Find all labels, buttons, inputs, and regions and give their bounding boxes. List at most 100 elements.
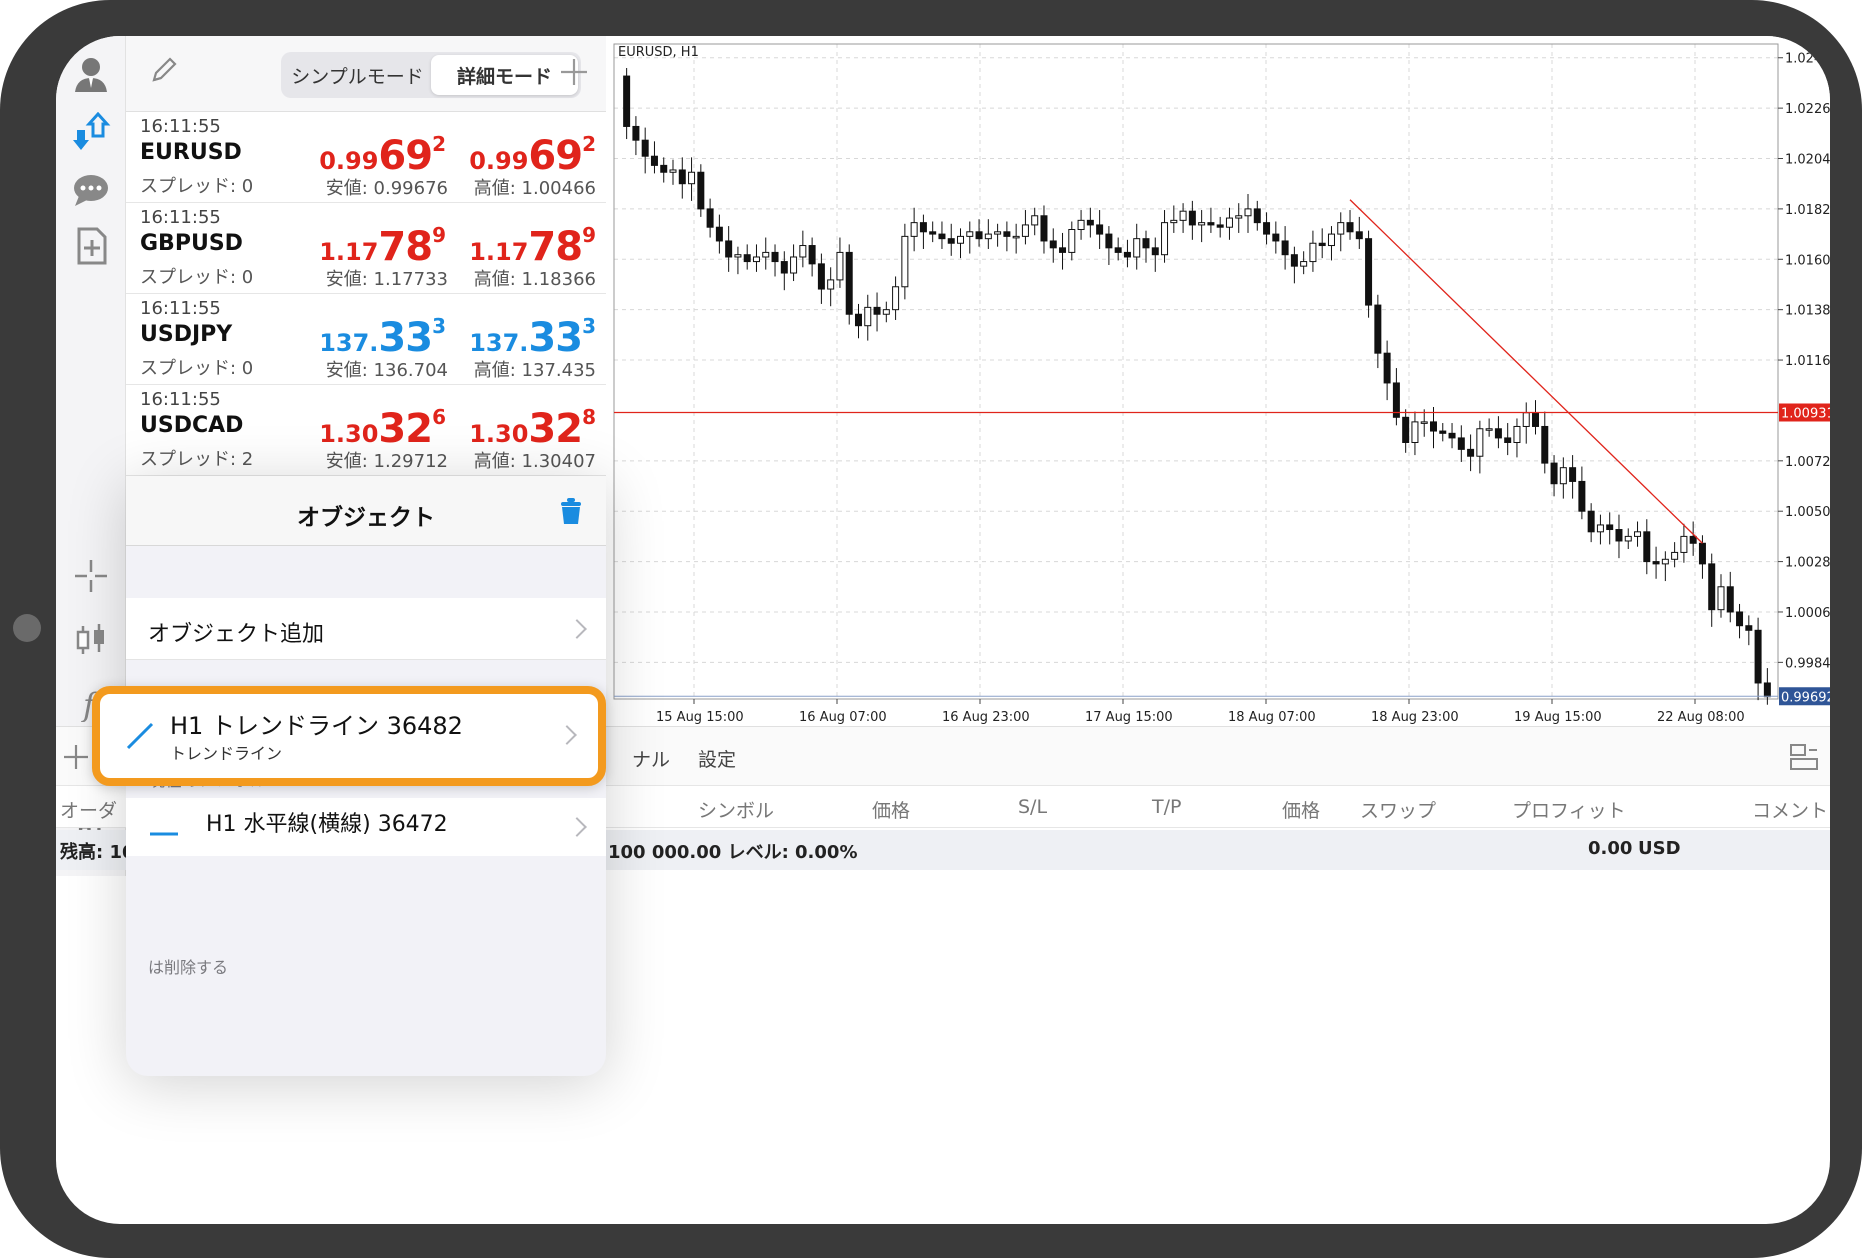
- trade-icon[interactable]: [69, 110, 113, 154]
- y-tick-label: 1.01820: [1785, 203, 1830, 218]
- candlestick-chart-icon[interactable]: [69, 618, 113, 662]
- quotes-list: 16:11:55 EURUSD スプレッド: 0 0.99692 0.99692…: [126, 112, 606, 476]
- candle-body: [836, 251, 844, 281]
- profit-total: 0.00: [1588, 838, 1633, 859]
- add-symbol-plus-icon[interactable]: [558, 56, 590, 92]
- new-order-icon[interactable]: [69, 224, 113, 268]
- chart-svg[interactable]: EURUSD, H1 1.00931 0.99692 1.02480 1.02260…: [606, 36, 1830, 730]
- layout-toggle-icon[interactable]: [1788, 741, 1820, 777]
- candle-body: [1021, 224, 1029, 237]
- y-tick-label: 1.02040: [1785, 153, 1830, 168]
- object-sublabel: トレンドライン: [170, 744, 283, 763]
- col-price2: 価格: [1282, 800, 1321, 822]
- chevron-right-icon: [567, 817, 587, 837]
- y-tick-label: 1.01160: [1785, 354, 1830, 369]
- candle-body: [984, 233, 992, 240]
- quote-row-eurusd[interactable]: 16:11:55 EURUSD スプレッド: 0 0.99692 0.99692…: [126, 112, 606, 203]
- candle-body: [1365, 238, 1373, 306]
- x-tick-label: 18 Aug 23:00: [1371, 710, 1459, 725]
- quote-bid: 0.99692: [319, 132, 446, 179]
- add-plus-icon[interactable]: [62, 743, 90, 775]
- candle-body: [1513, 425, 1521, 443]
- quote-symbol: USDJPY: [140, 322, 233, 347]
- candle-body: [827, 279, 835, 290]
- candle-body: [1661, 558, 1669, 565]
- quote-row-usdjpy[interactable]: 16:11:55 USDJPY スプレッド: 0 137.333 137.333…: [126, 294, 606, 385]
- camera: [13, 614, 41, 642]
- candle-body: [1402, 416, 1410, 443]
- candle-body: [1467, 448, 1475, 457]
- quote-spread: スプレッド: 0: [140, 176, 254, 197]
- candle-body: [919, 222, 927, 233]
- add-object-row[interactable]: オブジェクト追加: [126, 598, 606, 660]
- tab-settings[interactable]: 設定: [698, 745, 736, 772]
- crosshair-icon[interactable]: [69, 554, 113, 598]
- candle-body: [706, 208, 714, 228]
- candle-body: [1476, 428, 1484, 457]
- candle-body: [660, 164, 668, 173]
- y-tick-label: 1.02260: [1785, 102, 1830, 117]
- balance-label: 残高: 10: [60, 842, 135, 863]
- quote-ask: 137.333: [469, 314, 596, 361]
- y-tick-label: 1.01380: [1785, 304, 1830, 319]
- price-chart[interactable]: EURUSD, H1 1.00931 0.99692 1.02480 1.02260…: [606, 36, 1830, 730]
- object-row-horizontal-line[interactable]: H1 水平線(横線) 36472: [126, 798, 606, 856]
- x-tick-label: 15 Aug 15:00: [656, 710, 744, 725]
- candle-body: [1096, 224, 1104, 235]
- tab-journal[interactable]: ナル: [632, 745, 670, 772]
- candle-body: [1569, 467, 1577, 482]
- candle-body: [1346, 222, 1354, 233]
- quote-row-usdcad[interactable]: 16:11:55 USDCAD スプレッド: 2 1.30326 1.30328…: [126, 385, 606, 476]
- candle-body: [678, 169, 686, 185]
- candle-body: [1634, 531, 1642, 537]
- trendline-object: [1349, 199, 1703, 544]
- candle-body: [1068, 229, 1076, 253]
- candle-body: [1429, 421, 1437, 432]
- candle-body: [1541, 425, 1549, 464]
- candle-body: [1059, 247, 1067, 253]
- candle-body: [1309, 242, 1317, 263]
- candle-body: [845, 251, 853, 315]
- candle-body: [1485, 428, 1493, 431]
- candle-body: [762, 251, 770, 258]
- popover-title: オブジェクト: [297, 505, 435, 531]
- detail-mode-tab[interactable]: 詳細モード: [431, 55, 578, 95]
- quote-time: 16:11:55: [140, 389, 221, 410]
- candle-body: [1559, 467, 1567, 485]
- quote-symbol: EURUSD: [140, 140, 242, 165]
- candle-body: [975, 231, 983, 240]
- candle-body: [1170, 219, 1178, 224]
- quote-row-gbpusd[interactable]: 16:11:55 GBPUSD スプレッド: 0 1.17789 1.17789…: [126, 203, 606, 294]
- account-icon[interactable]: [69, 52, 113, 96]
- candle-body: [799, 245, 807, 258]
- candle-body: [1142, 238, 1150, 249]
- candle-body: [1439, 430, 1447, 434]
- col-order: オーダ: [60, 800, 118, 822]
- candle-body: [1244, 208, 1252, 217]
- candle-body: [901, 235, 909, 288]
- candle-body: [1207, 222, 1215, 226]
- quote-low: 安値: 1.29712: [325, 451, 448, 472]
- candle-body: [1318, 242, 1326, 247]
- candle-body: [1643, 531, 1651, 563]
- candle-body: [771, 251, 779, 263]
- candle-body: [1281, 240, 1289, 256]
- candle-body: [1420, 421, 1428, 424]
- chat-icon[interactable]: [69, 168, 113, 212]
- candle-body: [688, 171, 696, 185]
- trash-icon[interactable]: [558, 496, 584, 526]
- edit-pencil-icon[interactable]: [148, 54, 180, 90]
- candle-body: [1263, 222, 1271, 235]
- current-price-label: 0.99692: [1781, 690, 1830, 705]
- object-row-trendline-highlighted[interactable]: H1 トレンドライン 36482 トレンドライン: [92, 686, 606, 786]
- quote-high: 高値: 137.435: [473, 360, 596, 381]
- overlays: 1.00931 0.99692: [614, 199, 1830, 706]
- simple-mode-tab[interactable]: シンプルモード: [284, 55, 431, 95]
- chart-title: EURUSD, H1: [618, 45, 699, 60]
- y-tick-label: 1.01600: [1785, 253, 1830, 268]
- candle-body: [929, 231, 937, 235]
- candle-body: [1532, 412, 1540, 427]
- col-comment: コメント: [1752, 800, 1829, 822]
- quote-time: 16:11:55: [140, 116, 221, 137]
- candle-body: [1235, 215, 1243, 219]
